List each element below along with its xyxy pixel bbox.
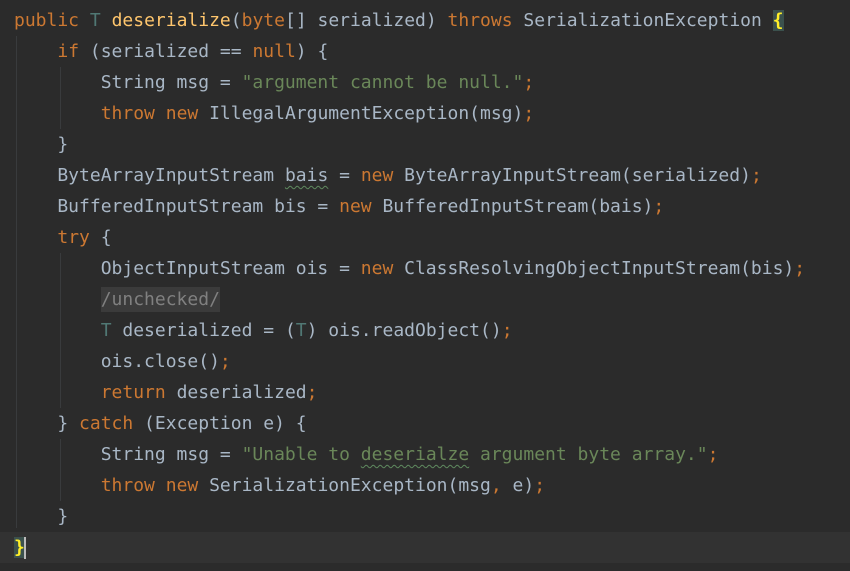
code-token: SerializationException <box>512 10 773 31</box>
method-name: deserialize <box>111 10 231 31</box>
code-token: ByteArrayInputStream <box>14 165 285 186</box>
new-keyword: new <box>165 475 199 496</box>
code-token: , <box>490 475 502 496</box>
code-token: ; <box>306 382 318 403</box>
code-line[interactable]: } catch (Exception e) { <box>0 408 850 439</box>
typo-warning: bais <box>284 165 329 186</box>
code-line[interactable]: String msg = "argument cannot be null."; <box>0 67 850 98</box>
code-token: BufferedInputStream(bais) <box>371 196 654 217</box>
new-keyword: new <box>339 196 372 217</box>
code-token: ; <box>501 320 513 341</box>
current-code-line[interactable]: } <box>0 532 850 563</box>
code-token: SerializationException(msg <box>198 475 491 496</box>
return-keyword: return <box>100 382 166 403</box>
text-caret <box>23 537 26 559</box>
code-token: { <box>89 227 112 248</box>
code-token: } <box>14 506 69 527</box>
code-token: ( <box>230 10 242 31</box>
code-token: deserialized = ( <box>111 320 296 341</box>
code-line[interactable]: T deserialized = (T) ois.readObject(); <box>0 315 850 346</box>
code-token: (serialized == <box>79 41 253 62</box>
code-token: e) <box>501 475 535 496</box>
code-line[interactable]: try { <box>0 222 850 253</box>
code-token: ; <box>523 103 535 124</box>
code-line[interactable]: } <box>0 129 850 160</box>
code-token: ; <box>750 165 762 186</box>
code-token: [] serialized) <box>284 10 448 31</box>
comment: /unchecked/ <box>100 287 220 312</box>
throws-keyword: throws <box>447 10 513 31</box>
code-token: String msg = <box>14 444 242 465</box>
matched-brace: { <box>772 10 784 31</box>
code-line[interactable]: ois.close(); <box>0 346 850 377</box>
code-line[interactable]: String msg = "Unable to deserialze argum… <box>0 439 850 470</box>
code-token: String msg = <box>14 72 242 93</box>
code-token: BufferedInputStream bis = <box>14 196 340 217</box>
code-line[interactable]: return deserialized; <box>0 377 850 408</box>
type-param: T <box>295 320 307 341</box>
type-param: T <box>89 10 101 31</box>
code-token: ByteArrayInputStream(serialized) <box>393 165 751 186</box>
code-token: } <box>14 413 80 434</box>
string-literal: "Unable to <box>241 444 361 465</box>
code-line[interactable]: BufferedInputStream bis = new BufferedIn… <box>0 191 850 222</box>
code-token: deserialized <box>165 382 307 403</box>
code-token: (Exception e) { <box>133 413 307 434</box>
code-token: ; <box>219 351 231 372</box>
try-keyword: try <box>57 227 90 248</box>
code-token: ; <box>523 72 535 93</box>
code-line[interactable]: /unchecked/ <box>0 284 850 315</box>
code-line[interactable]: throw new SerializationException(msg, e)… <box>0 470 850 501</box>
public-keyword: public <box>14 10 80 31</box>
code-line[interactable]: throw new IllegalArgumentException(msg); <box>0 98 850 129</box>
code-token: ; <box>653 196 665 217</box>
string-literal: "argument cannot be null." <box>241 72 524 93</box>
new-keyword: new <box>165 103 199 124</box>
code-token: = <box>328 165 361 186</box>
new-keyword: new <box>360 258 394 279</box>
new-keyword: new <box>360 165 394 186</box>
code-line[interactable]: if (serialized == null) { <box>0 36 850 67</box>
type-param: T <box>100 320 112 341</box>
null-keyword: null <box>252 41 296 62</box>
code-editor[interactable]: public T deserialize(byte[] serialized) … <box>0 0 850 571</box>
code-line[interactable]: ByteArrayInputStream bais = new ByteArra… <box>0 160 850 191</box>
throw-keyword: throw <box>100 475 155 496</box>
code-line[interactable]: ObjectInputStream ois = new ClassResolvi… <box>0 253 850 284</box>
if-keyword: if <box>57 41 80 62</box>
throw-keyword: throw <box>100 103 155 124</box>
code-token: ois.close() <box>14 351 220 372</box>
code-token: ; <box>534 475 546 496</box>
code-token: ; <box>794 258 806 279</box>
code-token: ) { <box>295 41 329 62</box>
code-line[interactable]: } <box>0 501 850 532</box>
code-token: ObjectInputStream ois = <box>14 258 361 279</box>
code-token: IllegalArgumentException(msg) <box>198 103 524 124</box>
code-token: } <box>14 134 69 155</box>
code-token: ClassResolvingObjectInputStream(bis) <box>393 258 795 279</box>
code-token: ; <box>707 444 719 465</box>
typo-warning: deserialze <box>360 444 470 465</box>
string-literal: argument byte array." <box>469 444 708 465</box>
byte-keyword: byte <box>241 10 285 31</box>
catch-keyword: catch <box>79 413 134 434</box>
code-line[interactable]: public T deserialize(byte[] serialized) … <box>0 5 850 36</box>
code-token: ) ois.readObject() <box>306 320 502 341</box>
